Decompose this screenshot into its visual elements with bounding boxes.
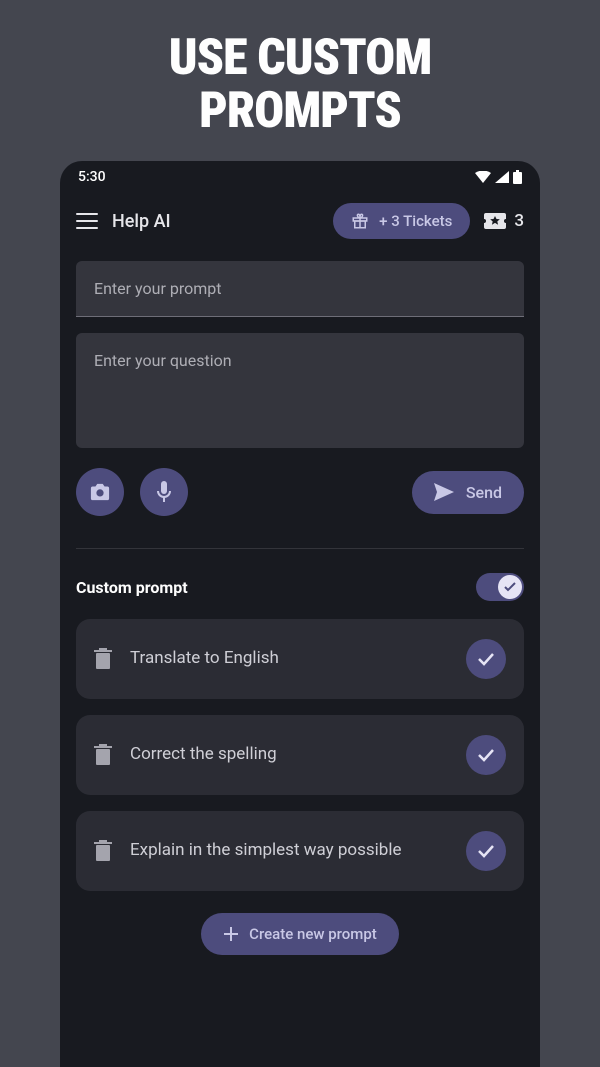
custom-prompt-toggle[interactable] (476, 573, 524, 601)
send-label: Send (466, 483, 502, 502)
wifi-icon (475, 171, 491, 183)
prompt-item[interactable]: Explain in the simplest way possible (76, 811, 524, 891)
check-icon (477, 844, 495, 858)
prompt-item[interactable]: Translate to English (76, 619, 524, 699)
app-bar: Help AI + 3 Tickets 3 (60, 193, 540, 253)
mic-button[interactable] (140, 468, 188, 516)
question-placeholder: Enter your question (94, 351, 232, 370)
gift-icon (351, 212, 369, 230)
tickets-label: + 3 Tickets (379, 212, 452, 230)
trash-icon[interactable] (94, 744, 112, 766)
prompt-select[interactable] (466, 831, 506, 871)
prompt-select[interactable] (466, 639, 506, 679)
send-button[interactable]: Send (412, 471, 524, 514)
prompt-label: Translate to English (130, 647, 448, 671)
mic-icon (156, 481, 172, 503)
ticket-icon (484, 213, 506, 229)
check-icon (477, 748, 495, 762)
prompt-label: Explain in the simplest way possible (130, 839, 448, 863)
camera-button[interactable] (76, 468, 124, 516)
status-icons (475, 170, 522, 184)
custom-prompt-section: Custom prompt (76, 569, 524, 603)
status-bar: 5:30 (60, 161, 540, 193)
prompt-item[interactable]: Correct the spelling (76, 715, 524, 795)
toggle-knob (498, 575, 522, 599)
menu-icon[interactable] (76, 213, 98, 229)
ticket-count-value: 3 (514, 211, 524, 231)
ticket-counter[interactable]: 3 (484, 211, 524, 231)
prompt-label: Correct the spelling (130, 743, 448, 767)
prompt-select[interactable] (466, 735, 506, 775)
main-content: Enter your prompt Enter your question Se… (60, 253, 540, 1067)
trash-icon[interactable] (94, 648, 112, 670)
promo-title: USE CUSTOM PROMPTS (169, 32, 432, 137)
prompt-input[interactable]: Enter your prompt (76, 261, 524, 317)
plus-icon (223, 926, 239, 942)
trash-icon[interactable] (94, 840, 112, 862)
signal-icon (495, 171, 509, 183)
phone-frame: 5:30 Help AI + 3 Tickets 3 Enter your pr… (60, 161, 540, 1067)
check-icon (504, 582, 516, 592)
action-row: Send (76, 464, 524, 524)
app-title: Help AI (112, 211, 171, 232)
create-label: Create new prompt (249, 925, 377, 943)
status-time: 5:30 (78, 169, 106, 185)
question-input[interactable]: Enter your question (76, 333, 524, 448)
section-title: Custom prompt (76, 578, 188, 597)
check-icon (477, 652, 495, 666)
create-prompt-button[interactable]: Create new prompt (201, 913, 399, 955)
prompt-placeholder: Enter your prompt (94, 279, 221, 298)
camera-icon (89, 482, 111, 502)
battery-icon (513, 170, 522, 184)
tickets-button[interactable]: + 3 Tickets (333, 203, 470, 239)
send-icon (434, 483, 454, 501)
divider (76, 548, 524, 549)
